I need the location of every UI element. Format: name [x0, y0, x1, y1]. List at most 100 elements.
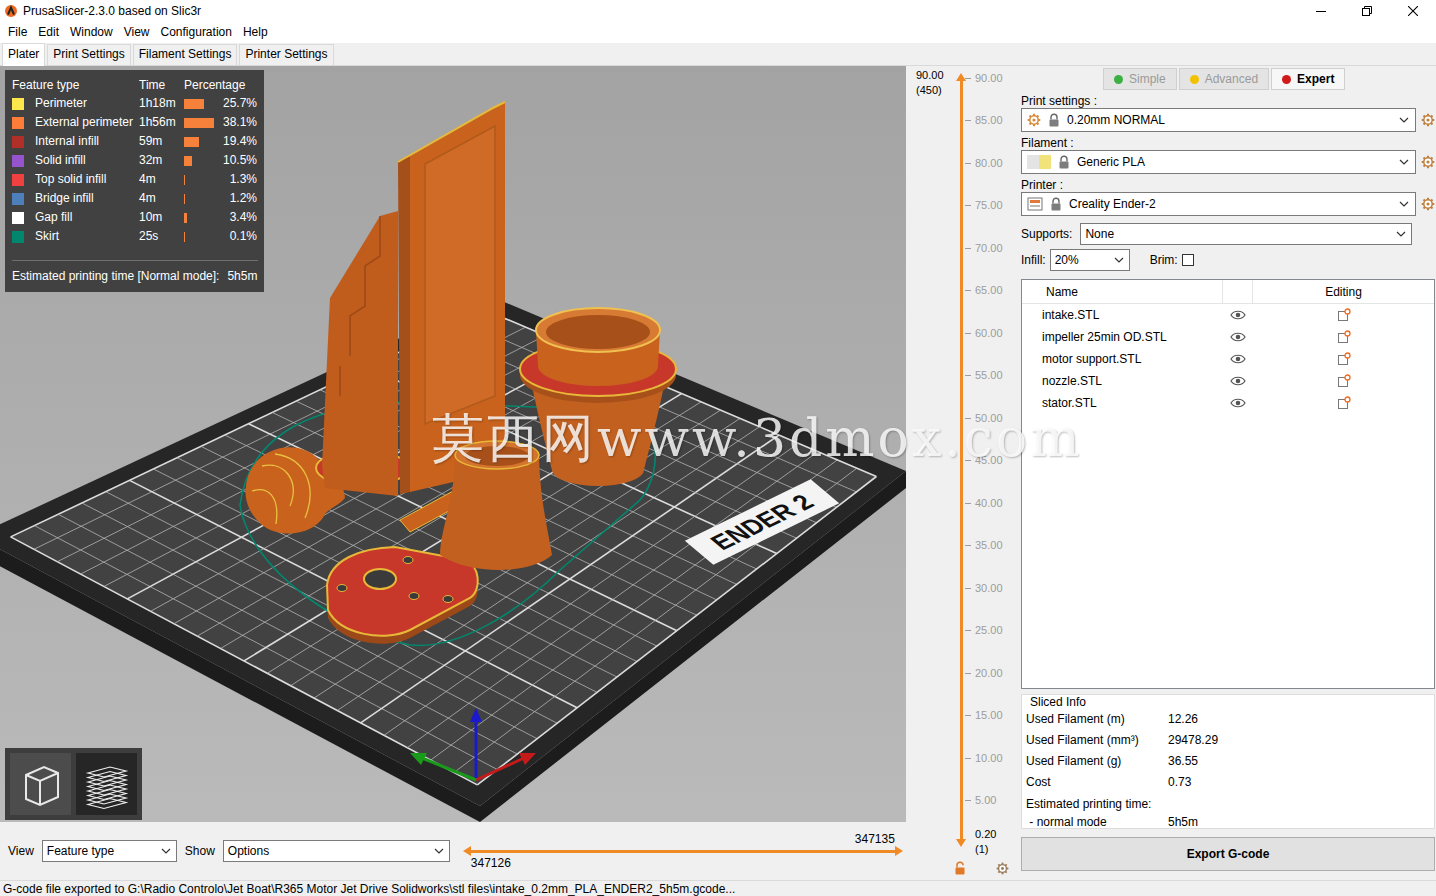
restore-button[interactable] [1344, 0, 1390, 22]
legend-header: Feature type [12, 78, 139, 93]
feature-name: Bridge infill [35, 191, 139, 206]
close-button[interactable] [1390, 0, 1436, 22]
object-row[interactable]: stator.STL [1022, 392, 1434, 414]
brim-checkbox[interactable] [1182, 254, 1194, 266]
layer-slider[interactable]: 90.00(450)90.0085.0080.0075.0070.0065.00… [906, 66, 1015, 880]
edit-preset-gear-icon[interactable] [1421, 155, 1435, 169]
mode-label: Expert [1297, 72, 1334, 87]
tab[interactable]: Plater [2, 43, 45, 66]
eye-icon[interactable] [1230, 309, 1246, 321]
time-mode: - normal mode [1026, 815, 1168, 830]
preset-combo[interactable]: 0.20mm NORMAL [1021, 108, 1416, 132]
sliced-info-title: Sliced Info [1026, 695, 1430, 709]
top-layer-number: (450) [916, 83, 953, 98]
eye-icon[interactable] [1230, 353, 1246, 365]
preset-label: Printer : [1021, 178, 1435, 192]
eye-icon[interactable] [1230, 375, 1246, 387]
upper-thumb[interactable] [895, 846, 903, 856]
preset-label: Print settings : [1021, 94, 1435, 108]
supports-select[interactable]: None [1080, 223, 1412, 245]
preview-button[interactable] [76, 753, 137, 815]
preset-combo[interactable]: Generic PLA [1021, 150, 1416, 174]
supports-value: None [1085, 227, 1114, 242]
edit-icon[interactable] [1337, 330, 1351, 344]
feature-name: External perimeter [35, 115, 139, 130]
layer-tick: 20.00 [965, 667, 1015, 680]
view-value: Feature type [47, 844, 114, 859]
legend-header: Time [139, 78, 184, 93]
close-icon [1408, 6, 1418, 16]
feature-percentage: 25.7% [221, 96, 257, 111]
eye-icon[interactable] [1230, 397, 1246, 409]
menu-item[interactable]: Window [65, 25, 119, 40]
nozzle-model[interactable] [400, 441, 552, 570]
legend-swatch [12, 193, 24, 205]
preset-combo[interactable]: Creality Ender-2 [1021, 192, 1416, 216]
edit-icon[interactable] [1337, 396, 1351, 410]
view-mode-toolbar [5, 748, 142, 820]
mode-button[interactable]: Advanced [1179, 68, 1269, 90]
infill-label: Infill: [1021, 253, 1046, 268]
3d-view-button[interactable] [10, 753, 71, 815]
supports-label: Supports: [1021, 227, 1072, 242]
bottom-thumb[interactable] [956, 839, 966, 847]
dropdown-icon [434, 848, 444, 854]
printer-preset-icon [1027, 197, 1043, 211]
minimize-icon [1316, 6, 1326, 16]
feature-time: 1h56m [139, 115, 184, 130]
preset-value: 0.20mm NORMAL [1067, 113, 1392, 128]
menu-item[interactable]: File [3, 25, 33, 40]
infill-select[interactable]: 20% [1050, 249, 1130, 271]
mode-label: Advanced [1205, 72, 1258, 87]
cube-icon [16, 759, 66, 809]
move-slider[interactable]: 347135347126 [463, 832, 903, 870]
mode-button[interactable]: Simple [1103, 68, 1177, 90]
sliced-info: Sliced InfoUsed Filament (m)12.26Used Fi… [1021, 694, 1435, 829]
edit-icon[interactable] [1337, 308, 1351, 322]
view-select[interactable]: Feature type [42, 840, 177, 862]
minimize-button[interactable] [1298, 0, 1344, 22]
mode-button[interactable]: Expert [1271, 68, 1345, 90]
feature-time: 1h18m [139, 96, 184, 111]
feature-name: Solid infill [35, 153, 139, 168]
tab[interactable]: Print Settings [47, 44, 130, 65]
object-row[interactable]: motor support.STL [1022, 348, 1434, 370]
menu-item[interactable]: Help [238, 25, 274, 40]
menu-item[interactable]: View [119, 25, 156, 40]
feature-percentage: 1.2% [221, 191, 257, 206]
eye-icon[interactable] [1230, 331, 1246, 343]
legend-bar-fill [184, 232, 185, 242]
object-row[interactable]: intake.STL [1022, 304, 1434, 326]
preview-canvas[interactable]: ENDER 2Feature typeTimePercentagePerimet… [0, 66, 906, 822]
object-row[interactable]: nozzle.STL [1022, 370, 1434, 392]
status-bar: G-code file exported to G:\Radio Control… [0, 880, 1436, 896]
time-label: Estimated printing time: [1026, 797, 1430, 812]
title-bar: PrusaSlicer-2.3.0 based on Slic3r [0, 0, 1436, 22]
settings-gear-icon[interactable] [996, 862, 1009, 875]
legend-row: Solid infill32m10.5% [12, 151, 258, 170]
legend-row: Bridge infill4m1.2% [12, 189, 258, 208]
edit-icon[interactable] [1337, 374, 1351, 388]
feature-name: Internal infill [35, 134, 139, 149]
object-row[interactable]: impeller 25min OD.STL [1022, 326, 1434, 348]
menu-item[interactable]: Edit [33, 25, 65, 40]
restore-icon [1362, 6, 1372, 16]
legend-bar-fill [184, 213, 187, 223]
intake-model[interactable] [316, 102, 505, 496]
unlock-icon[interactable] [954, 861, 966, 875]
tab[interactable]: Printer Settings [239, 44, 333, 65]
layer-tick: 25.00 [965, 624, 1015, 637]
menu-item[interactable]: Configuration [156, 25, 238, 40]
stator-model[interactable] [520, 308, 676, 486]
tab[interactable]: Filament Settings [133, 44, 238, 65]
show-select[interactable]: Options [223, 840, 450, 862]
top-thumb[interactable] [956, 73, 966, 81]
layer-tick: 90.00 [965, 72, 1015, 85]
edit-preset-gear-icon[interactable] [1421, 113, 1435, 127]
edit-icon[interactable] [1337, 352, 1351, 366]
lower-thumb[interactable] [463, 846, 471, 856]
tick-label: 40.00 [975, 497, 1003, 510]
mode-dot [1282, 75, 1291, 84]
export-gcode-button[interactable]: Export G-code [1021, 837, 1435, 871]
edit-preset-gear-icon[interactable] [1421, 197, 1435, 211]
